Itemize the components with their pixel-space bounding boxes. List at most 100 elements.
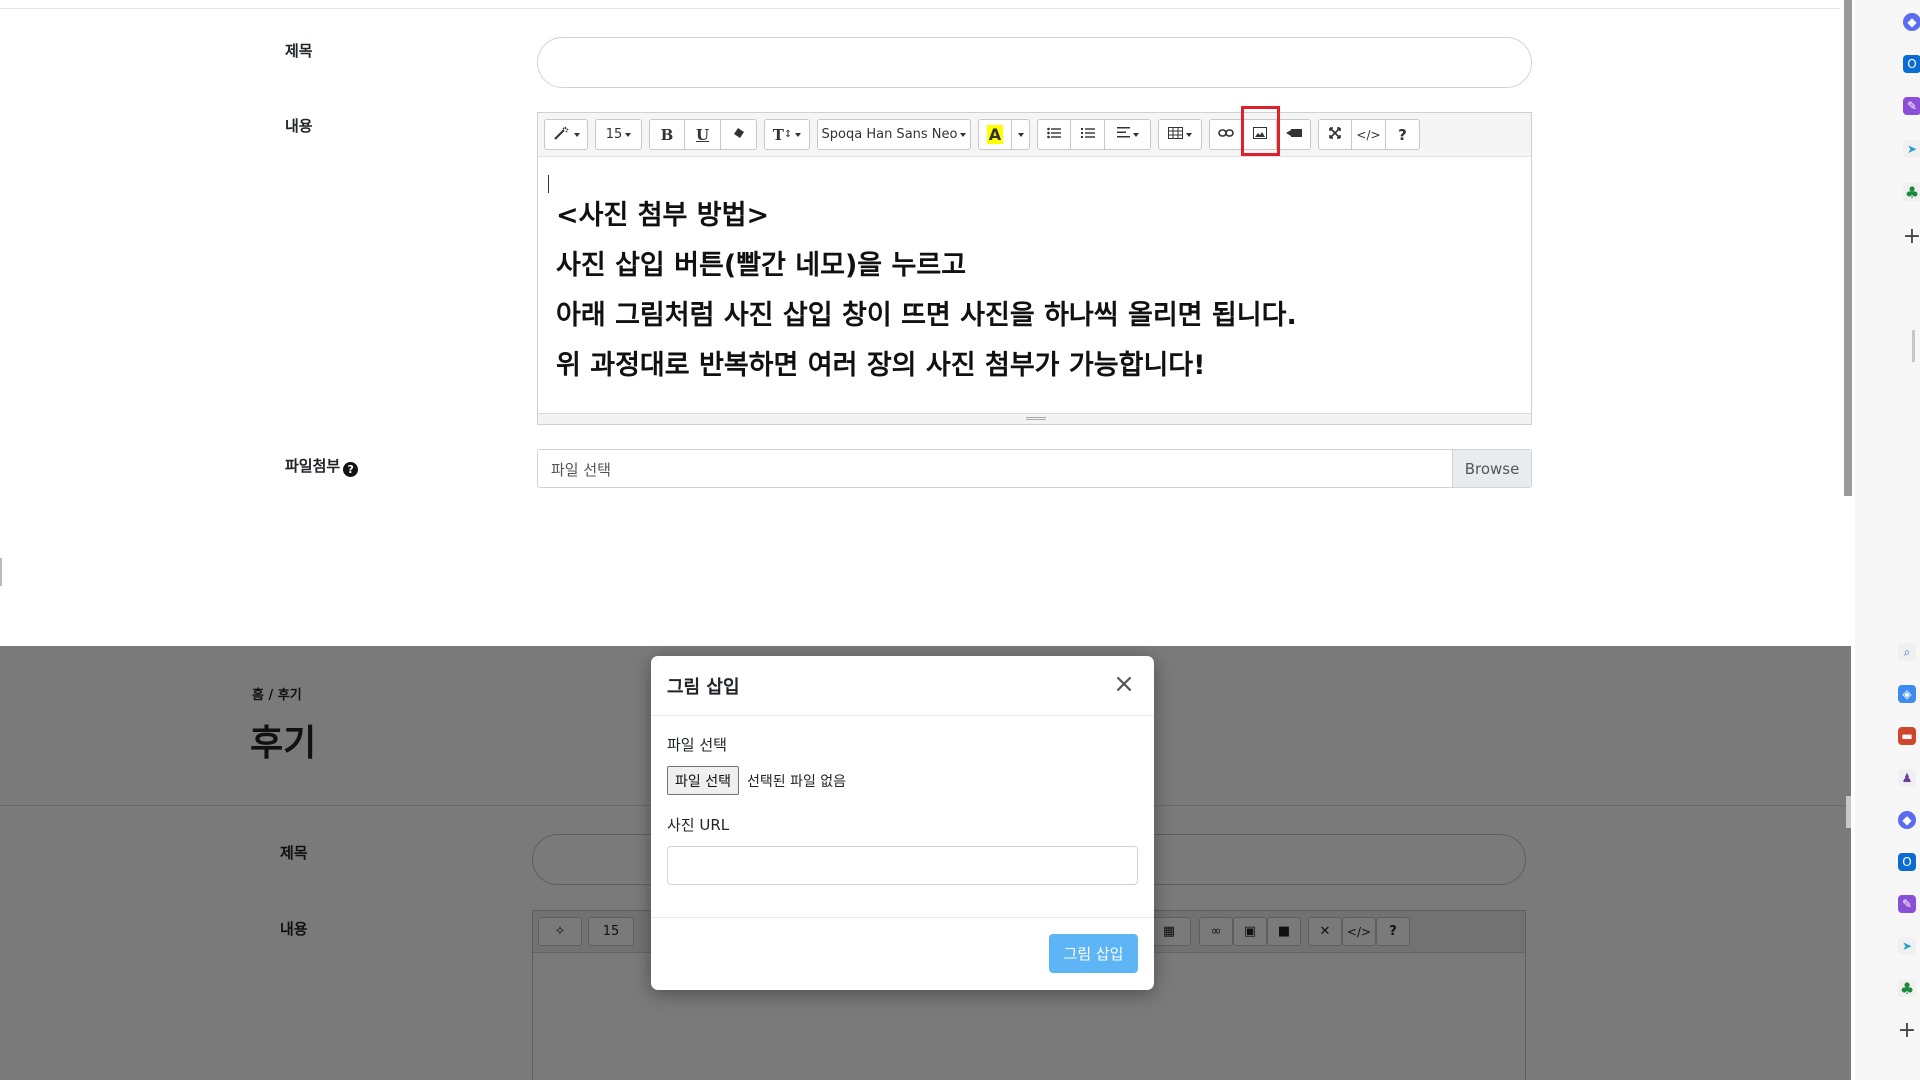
- table-dropdown[interactable]: [1158, 119, 1202, 150]
- magic-wand-icon: ✧: [554, 924, 566, 939]
- dim-link-button: ∞: [1199, 917, 1233, 946]
- picture-icon: ▣: [1243, 924, 1257, 939]
- send-icon[interactable]: ➤: [1903, 140, 1920, 158]
- text-color-glyph: A: [986, 125, 1004, 144]
- send-icon-2[interactable]: ➤: [1898, 937, 1916, 955]
- browse-button[interactable]: Browse: [1452, 450, 1531, 487]
- dim-title-label: 제목: [280, 844, 308, 862]
- designer-icon[interactable]: ✎: [1903, 97, 1920, 115]
- content-label: 내용: [285, 117, 313, 135]
- dim-help-button: ?: [1376, 917, 1410, 946]
- breadcrumb: 홈 / 후기: [252, 688, 302, 703]
- content-line-4: 위 과정대로 반복하면 여러 장의 사진 첨부가 가능합니다!: [556, 350, 1206, 381]
- choose-file-button[interactable]: 파일 선택: [667, 766, 739, 795]
- magic-wand-icon: [553, 126, 571, 144]
- paragraph-align-dropdown[interactable]: [1105, 119, 1151, 150]
- code-icon: </>: [1356, 127, 1381, 142]
- rich-text-editor: 15 B U T ↕ Spoqa Han Sans Neo A </> ? <사…: [537, 112, 1532, 425]
- eraser-button[interactable]: [721, 119, 757, 150]
- dim-video-button: ■: [1267, 917, 1301, 946]
- expand-icon: ✕: [1319, 924, 1331, 939]
- image-url-input[interactable]: [667, 846, 1138, 885]
- modal-header: 그림 삽입 ×: [651, 656, 1154, 716]
- dim-content-label: 내용: [280, 920, 308, 938]
- copilot-icon-2[interactable]: ◆: [1898, 811, 1916, 829]
- add-sidebar-icon-2[interactable]: +: [1897, 1018, 1917, 1043]
- outlook-icon[interactable]: O: [1903, 55, 1920, 73]
- underline-button[interactable]: U: [685, 119, 721, 150]
- numbered-list-icon: [1080, 127, 1095, 143]
- designer-icon-2[interactable]: ✎: [1898, 895, 1916, 913]
- ordered-list-button[interactable]: [1071, 119, 1105, 150]
- link-icon: [1218, 127, 1234, 142]
- tree-icon-2[interactable]: ♣: [1898, 979, 1916, 998]
- search-icon[interactable]: ⌕: [1898, 643, 1916, 661]
- dim-magic-button: ✧: [538, 917, 582, 946]
- expand-icon: [1329, 126, 1341, 143]
- highlight-picture-button-box: [1241, 106, 1280, 156]
- editor-toolbar: 15 B U T ↕ Spoqa Han Sans Neo A </> ?: [538, 113, 1531, 157]
- magic-style-button[interactable]: [544, 119, 588, 150]
- attachment-label-text: 파일첨부: [285, 457, 341, 475]
- left-edge-mark: [0, 558, 2, 586]
- align-icon: [1116, 127, 1130, 142]
- dim-picture-button: ▣: [1233, 917, 1267, 946]
- editor-resize-handle[interactable]: [538, 413, 1531, 424]
- font-family-dropdown[interactable]: Spoqa Han Sans Neo: [817, 119, 971, 150]
- video-icon: [1285, 127, 1302, 142]
- text-color-dropdown[interactable]: [1012, 119, 1030, 150]
- text-size-button[interactable]: T ↕: [764, 119, 810, 150]
- image-url-label: 사진 URL: [667, 816, 730, 834]
- code-icon: </>: [1346, 924, 1372, 939]
- link-button[interactable]: [1209, 119, 1243, 150]
- outlook-icon-2[interactable]: O: [1898, 853, 1916, 871]
- video-icon: ■: [1277, 924, 1291, 939]
- dim-scroll-thumb: [1846, 796, 1851, 828]
- modal-title: 그림 삽입: [667, 677, 740, 698]
- table-icon: ▦: [1162, 924, 1176, 939]
- dim-font-size: 15: [588, 917, 634, 946]
- table-icon: [1168, 126, 1183, 143]
- attachment-label: 파일첨부?: [285, 455, 359, 477]
- title-input[interactable]: [537, 37, 1532, 88]
- content-line-1: <사진 첨부 방법>: [556, 200, 770, 231]
- chess-icon[interactable]: ♟: [1898, 769, 1916, 787]
- toolbox-icon[interactable]: ▬: [1898, 727, 1916, 745]
- insert-picture-modal: 그림 삽입 × 파일 선택 파일 선택 선택된 파일 없음 사진 URL 그림 …: [651, 656, 1154, 990]
- close-icon[interactable]: ×: [1110, 670, 1138, 698]
- top-divider: [0, 8, 1840, 9]
- dim-fullscreen-button: ✕: [1308, 917, 1342, 946]
- font-size-value: 15: [605, 127, 623, 142]
- insert-picture-submit-button[interactable]: 그림 삽입: [1049, 934, 1138, 973]
- file-select-label: 파일 선택: [667, 736, 727, 754]
- tag-icon[interactable]: ◈: [1898, 685, 1916, 703]
- tree-icon[interactable]: ♣: [1903, 183, 1920, 202]
- dim-code-button: </>: [1342, 917, 1376, 946]
- editor-content-area[interactable]: <사진 첨부 방법> 사진 삽입 버튼(빨간 네모)을 누르고 아래 그림처럼 …: [538, 157, 1531, 415]
- add-sidebar-icon[interactable]: +: [1902, 224, 1920, 249]
- eraser-icon: [733, 127, 745, 143]
- help-button[interactable]: ?: [1386, 119, 1420, 150]
- content-line-3: 아래 그림처럼 사진 삽입 창이 뜨면 사진을 하나씩 올리면 됩니다.: [556, 300, 1297, 331]
- modal-footer-divider: [651, 917, 1154, 918]
- sidebar-scroll-thumb: [1912, 330, 1915, 362]
- bullet-list-icon: [1047, 127, 1061, 143]
- page-title: 후기: [250, 723, 317, 764]
- code-view-button[interactable]: </>: [1352, 119, 1386, 150]
- top-editor-screen: 제목 내용 15 B U T ↕ Spoqa Han Sans Neo A </…: [0, 0, 1840, 639]
- insert-video-button[interactable]: [1277, 119, 1311, 150]
- title-label: 제목: [285, 42, 313, 60]
- font-size-dropdown[interactable]: 15: [595, 119, 642, 150]
- question-circle-icon[interactable]: ?: [343, 462, 359, 477]
- unordered-list-button[interactable]: [1037, 119, 1071, 150]
- file-attachment-input[interactable]: 파일 선택 Browse: [537, 449, 1532, 488]
- browser-sidebar: ◆ O ✎ ➤ ♣ + ⌕ ◈ ▬ ♟ ◆ O ✎ ➤ ♣ +: [1855, 0, 1920, 1080]
- text-color-button[interactable]: A: [978, 119, 1012, 150]
- font-family-value: Spoqa Han Sans Neo: [821, 127, 958, 142]
- content-line-2: 사진 삽입 버튼(빨간 네모)을 누르고: [556, 250, 967, 281]
- text-size-glyph: T: [772, 125, 784, 144]
- copilot-icon[interactable]: ◆: [1903, 13, 1920, 31]
- page-scrollbar[interactable]: [1844, 0, 1852, 496]
- bold-button[interactable]: B: [649, 119, 685, 150]
- fullscreen-button[interactable]: [1318, 119, 1352, 150]
